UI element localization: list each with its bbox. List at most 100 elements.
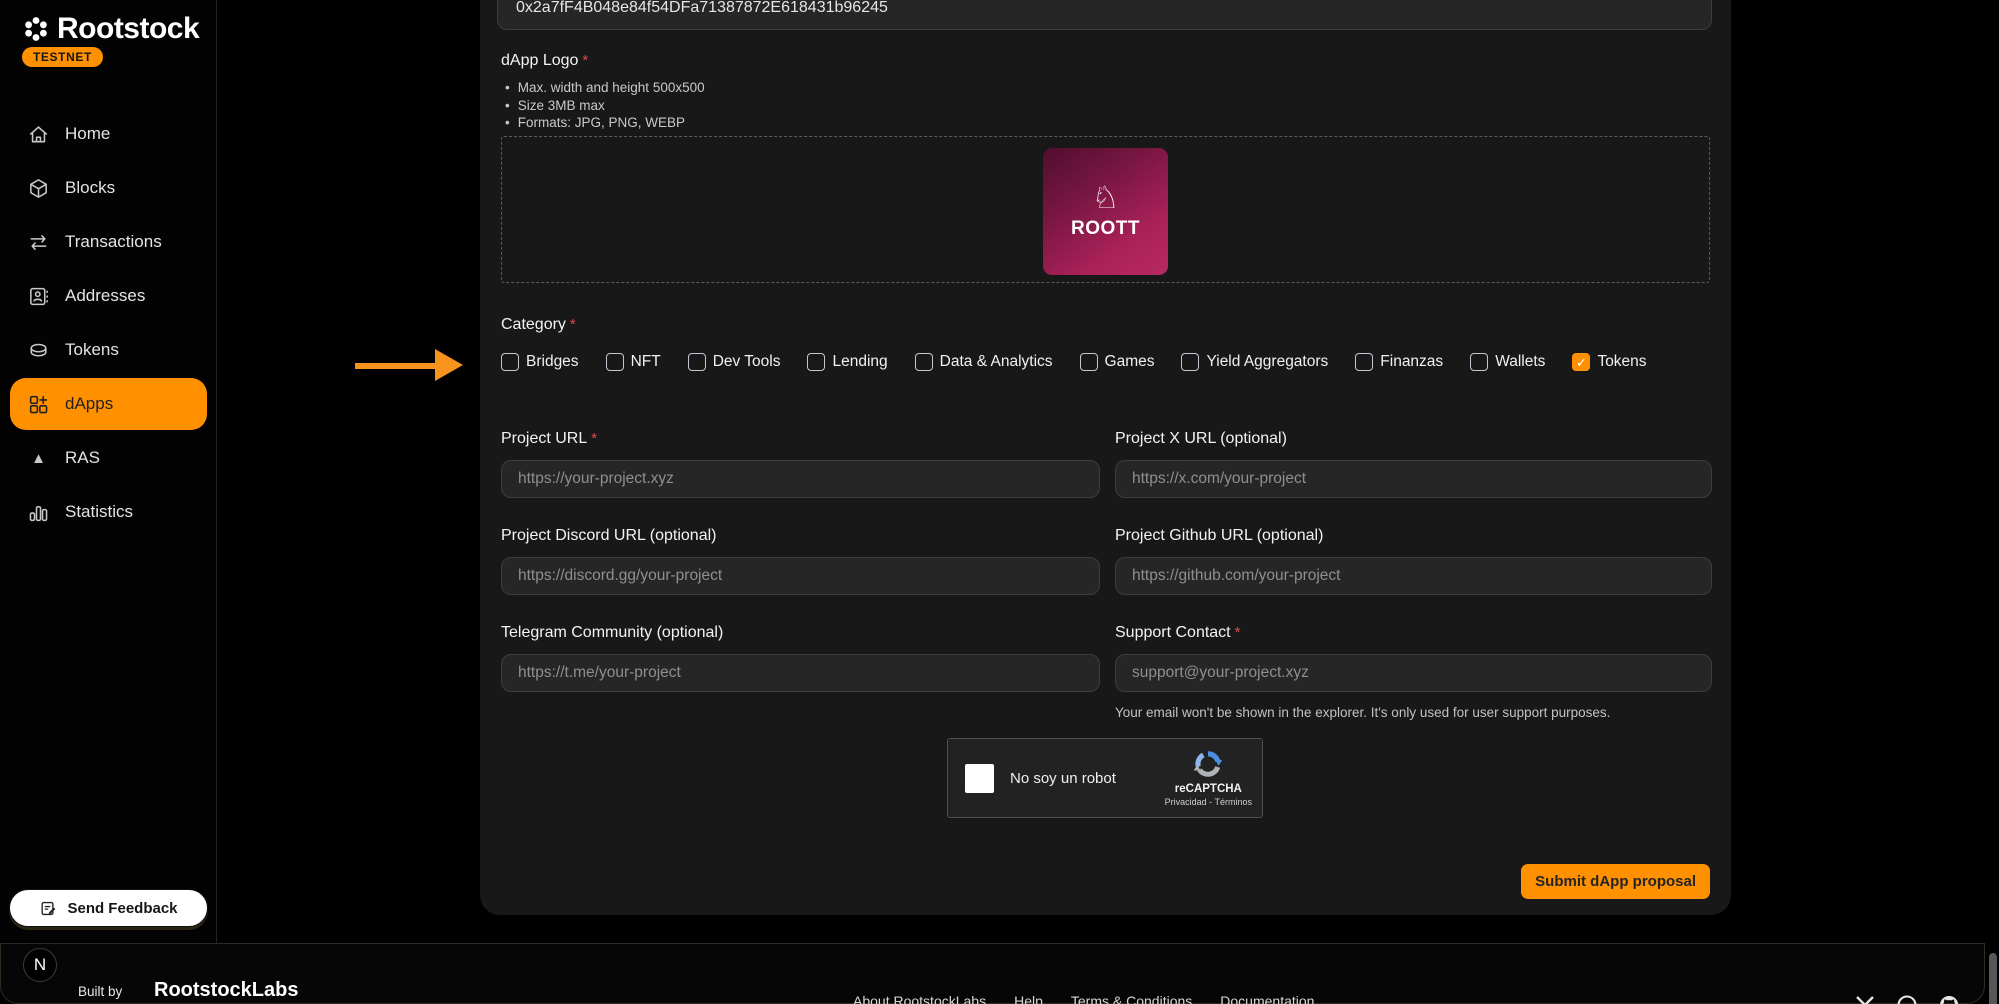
category-option-lending[interactable]: Lending	[807, 353, 887, 371]
sidebar-item-dapps[interactable]: dApps	[10, 378, 207, 430]
built-by-text: Built by	[78, 984, 122, 999]
logo-preview-text: ROOTT	[1071, 218, 1140, 240]
sidebar-item-transactions[interactable]: Transactions	[0, 215, 217, 269]
sidebar: Rootstock TESTNET Home Blocks Transacti	[0, 0, 217, 943]
support-contact-note: Your email won't be shown in the explore…	[1115, 705, 1712, 720]
field-label-text: Project URL	[501, 430, 587, 447]
logo-preview: ♘ ROOTT	[1043, 148, 1168, 275]
project-discord-url-field: Project Discord URL (optional)	[501, 527, 1100, 595]
category-option-label: Tokens	[1597, 353, 1646, 371]
sidebar-item-tokens[interactable]: Tokens	[0, 323, 217, 377]
logo-requirement-item: Formats: JPG, PNG, WEBP	[505, 114, 705, 132]
required-asterisk: *	[591, 430, 597, 447]
project-x-url-input[interactable]	[1115, 460, 1712, 498]
category-label-text: Category	[501, 316, 566, 333]
category-option-finanzas[interactable]: Finanzas	[1355, 353, 1443, 371]
recaptcha-logo-icon	[1191, 747, 1225, 781]
checkbox-unchecked[interactable]	[688, 353, 706, 371]
github-social-icon[interactable]	[1937, 993, 1961, 1004]
sidebar-item-blocks[interactable]: Blocks	[0, 161, 217, 215]
category-option-dev-tools[interactable]: Dev Tools	[688, 353, 781, 371]
footer-link-help[interactable]: Help	[1014, 993, 1043, 1004]
checkbox-unchecked[interactable]	[606, 353, 624, 371]
category-label: Category*	[501, 316, 576, 334]
recaptcha-checkbox[interactable]	[965, 764, 994, 793]
home-icon	[27, 123, 50, 146]
required-asterisk: *	[582, 52, 588, 69]
sidebar-item-home[interactable]: Home	[0, 107, 217, 161]
checkbox-checked[interactable]	[1572, 353, 1590, 371]
project-discord-url-input[interactable]	[501, 557, 1100, 595]
category-option-yield-aggregators[interactable]: Yield Aggregators	[1181, 353, 1328, 371]
category-option-label: Finanzas	[1380, 353, 1443, 371]
scrollbar-thumb[interactable]	[1989, 953, 1997, 1004]
category-option-label: Lending	[832, 353, 887, 371]
recaptcha-links[interactable]: Privacidad - Términos	[1165, 797, 1252, 807]
category-option-tokens[interactable]: Tokens	[1572, 353, 1646, 371]
send-feedback-button[interactable]: Send Feedback	[9, 889, 208, 927]
contract-address-input[interactable]	[497, 0, 1712, 30]
checkbox-unchecked[interactable]	[1355, 353, 1373, 371]
checkbox-unchecked[interactable]	[1470, 353, 1488, 371]
support-contact-input[interactable]	[1115, 654, 1712, 692]
rootstock-explorer-page: Rootstock TESTNET Home Blocks Transacti	[0, 0, 1999, 1004]
footer-link-about[interactable]: About RootstockLabs	[853, 993, 986, 1004]
recaptcha-brand: reCAPTCHA	[1175, 783, 1242, 795]
footer-link-terms[interactable]: Terms & Conditions	[1071, 993, 1192, 1004]
discord-social-icon[interactable]	[1895, 993, 1919, 1004]
telegram-community-label: Telegram Community (optional)	[501, 624, 1100, 642]
coin-icon	[27, 339, 50, 362]
footer-link-documentation[interactable]: Documentation	[1220, 993, 1314, 1004]
category-option-label: Dev Tools	[713, 353, 781, 371]
sidebar-item-statistics[interactable]: Statistics	[0, 485, 217, 539]
telegram-community-input[interactable]	[501, 654, 1100, 692]
category-option-data-analytics[interactable]: Data & Analytics	[915, 353, 1053, 371]
category-option-bridges[interactable]: Bridges	[501, 353, 579, 371]
rootstock-logo-icon	[22, 15, 50, 43]
category-option-wallets[interactable]: Wallets	[1470, 353, 1545, 371]
x-social-icon[interactable]	[1853, 993, 1877, 1004]
category-option-games[interactable]: Games	[1080, 353, 1155, 371]
send-feedback-label: Send Feedback	[67, 900, 177, 917]
sidebar-nav: Home Blocks Transactions Addresses	[0, 107, 217, 539]
cube-icon	[27, 177, 50, 200]
category-option-nft[interactable]: NFT	[606, 353, 661, 371]
contact-card-icon	[27, 285, 50, 308]
checkbox-unchecked[interactable]	[915, 353, 933, 371]
sidebar-item-label: Addresses	[65, 286, 145, 306]
dapp-proposal-form: dApp Logo* Max. width and height 500x500…	[480, 0, 1731, 915]
category-options: Bridges NFT Dev Tools Lending Data & Ana…	[501, 353, 1647, 371]
dapp-logo-label: dApp Logo*	[501, 52, 588, 70]
submit-dapp-proposal-button[interactable]: Submit dApp proposal	[1521, 864, 1710, 899]
sidebar-item-label: Blocks	[65, 178, 115, 198]
logo-upload-dropzone[interactable]: ♘ ROOTT	[501, 136, 1710, 283]
checkbox-unchecked[interactable]	[1181, 353, 1199, 371]
logo-requirements: Max. width and height 500x500 Size 3MB m…	[505, 79, 705, 132]
testnet-badge: TESTNET	[22, 47, 103, 67]
checkbox-unchecked[interactable]	[807, 353, 825, 371]
nextjs-badge-icon[interactable]: N	[23, 948, 57, 982]
checkbox-unchecked[interactable]	[1080, 353, 1098, 371]
social-icons	[1853, 993, 1961, 1004]
footer-links: About RootstockLabs Help Terms & Conditi…	[853, 993, 1314, 1004]
category-option-label: Yield Aggregators	[1206, 353, 1328, 371]
checkbox-unchecked[interactable]	[501, 353, 519, 371]
recaptcha-label: No soy un robot	[1010, 770, 1116, 787]
sidebar-item-label: Transactions	[65, 232, 162, 252]
sidebar-item-addresses[interactable]: Addresses	[0, 269, 217, 323]
field-label-text: Support Contact	[1115, 624, 1231, 641]
sidebar-item-ras[interactable]: RAS	[0, 431, 217, 485]
annotation-arrow-icon	[355, 349, 463, 382]
project-github-url-input[interactable]	[1115, 557, 1712, 595]
brand[interactable]: Rootstock	[22, 12, 199, 46]
project-github-url-field: Project Github URL (optional)	[1115, 527, 1712, 595]
required-asterisk: *	[570, 316, 576, 333]
rootstocklabs-link[interactable]: RootstockLabs	[154, 979, 298, 1002]
required-asterisk: *	[1235, 624, 1241, 641]
logo-requirement-item: Size 3MB max	[505, 97, 705, 115]
sidebar-item-label: RAS	[65, 448, 100, 468]
project-x-url-label: Project X URL (optional)	[1115, 430, 1712, 448]
project-url-input[interactable]	[501, 460, 1100, 498]
bar-chart-icon	[27, 501, 50, 524]
logo-requirement-item: Max. width and height 500x500	[505, 79, 705, 97]
